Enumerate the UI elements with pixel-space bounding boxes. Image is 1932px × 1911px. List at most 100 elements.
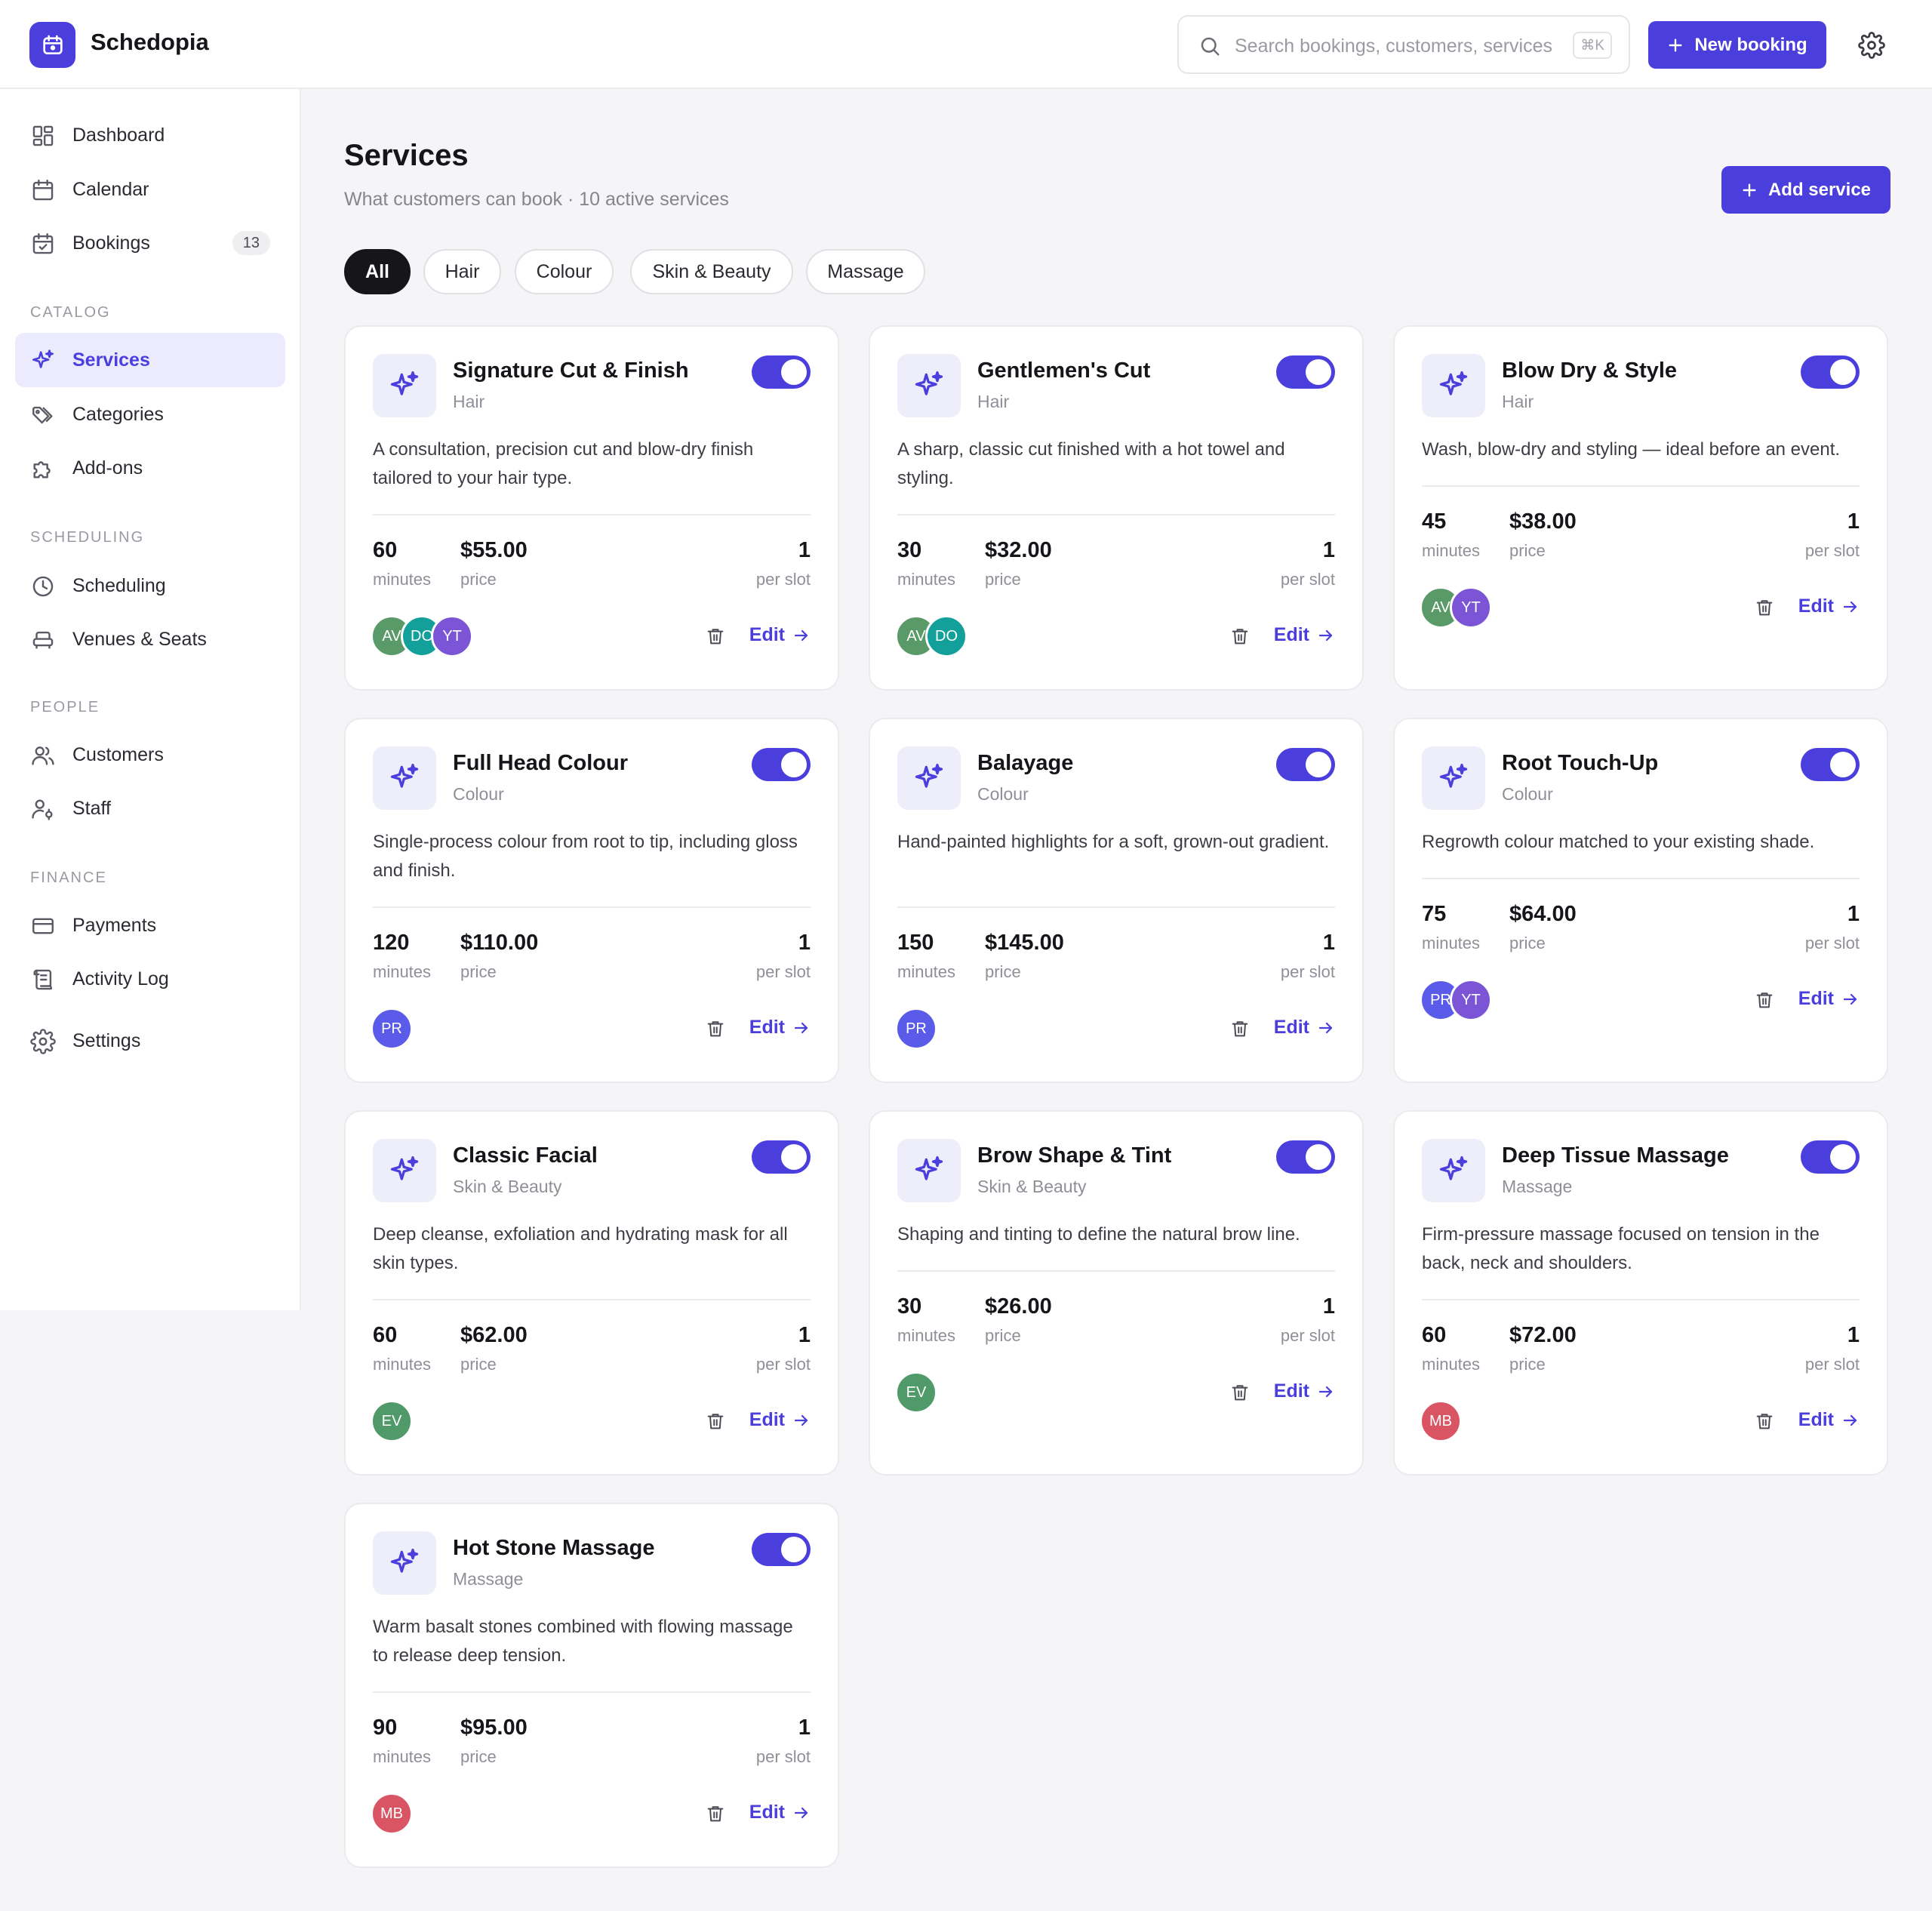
sidebar-item-customers[interactable]: Customers — [15, 728, 285, 782]
edit-link[interactable]: Edit — [1798, 988, 1860, 1010]
sidebar-item-label: Activity Log — [72, 968, 169, 989]
sidebar-item-dashboard[interactable]: Dashboard — [15, 108, 285, 162]
staff-icon — [32, 799, 53, 820]
toggle-knob — [781, 1144, 807, 1170]
app-logo[interactable] — [29, 22, 75, 68]
trash-icon[interactable] — [1229, 1018, 1251, 1039]
arrow-right-icon — [794, 1022, 808, 1033]
sparkle-icon — [1439, 763, 1468, 788]
service-card[interactable]: Hot Stone Massage Massage Warm basalt ston… — [344, 1503, 839, 1868]
filter-hair[interactable]: Hair — [423, 249, 501, 294]
service-card[interactable]: Brow Shape & Tint Skin & Beauty Shaping an… — [869, 1110, 1364, 1476]
sparkle-icon — [390, 1548, 419, 1573]
edit-link[interactable]: Edit — [1274, 1380, 1335, 1402]
service-card[interactable]: Root Touch-Up Colour Regrowth colour match… — [1393, 718, 1888, 1083]
trash-icon[interactable] — [1229, 626, 1251, 647]
sparkle-icon — [390, 1156, 419, 1180]
delete-button[interactable] — [705, 626, 726, 651]
service-enabled-toggle[interactable] — [1801, 1140, 1860, 1174]
delete-button[interactable] — [1754, 989, 1775, 1014]
sidebar-item-calendar[interactable]: Calendar — [15, 162, 285, 217]
edit-label: Edit — [1273, 624, 1309, 645]
service-enabled-toggle[interactable] — [1801, 748, 1860, 781]
service-enabled-toggle[interactable] — [752, 355, 811, 389]
sidebar-item-venues-seats[interactable]: Venues & Seats — [15, 612, 285, 666]
sparkle-icon — [390, 763, 419, 788]
edit-label: Edit — [1798, 595, 1834, 617]
service-enabled-toggle[interactable] — [1276, 355, 1335, 389]
toggle-knob — [781, 1537, 807, 1562]
sidebar-item-payments[interactable]: Payments — [15, 898, 285, 952]
delete-button[interactable] — [1229, 1382, 1251, 1407]
duration-label: minutes — [1422, 541, 1481, 560]
trash-icon[interactable] — [705, 1411, 726, 1432]
filter-skin-beauty[interactable]: Skin & Beauty — [630, 249, 793, 294]
edit-link[interactable]: Edit — [1274, 1017, 1335, 1039]
add-service-button[interactable]: Add service — [1721, 166, 1890, 214]
sidebar-item-add-ons[interactable]: Add-ons — [15, 441, 285, 495]
trash-icon[interactable] — [1754, 989, 1775, 1011]
filter-colour[interactable]: Colour — [515, 249, 614, 294]
gear-icon[interactable] — [1858, 32, 1885, 59]
service-card[interactable]: Gentlemen's Cut Hair A sharp, classic cut … — [869, 325, 1364, 691]
edit-link[interactable]: Edit — [1274, 624, 1335, 646]
edit-link[interactable]: Edit — [1798, 595, 1860, 617]
sidebar-item-staff[interactable]: Staff — [15, 781, 285, 835]
filter-all[interactable]: All — [344, 249, 411, 294]
trash-icon[interactable] — [1754, 1411, 1775, 1432]
sidebar-item-settings[interactable]: Settings — [15, 1014, 285, 1068]
edit-link[interactable]: Edit — [749, 624, 811, 646]
service-enabled-toggle[interactable] — [1801, 355, 1860, 389]
sidebar-item-bookings[interactable]: Bookings 13 — [15, 216, 285, 270]
delete-button[interactable] — [705, 1018, 726, 1043]
delete-button[interactable] — [1754, 597, 1775, 622]
trash-icon[interactable] — [705, 626, 726, 647]
capacity-label: per slot — [755, 1747, 811, 1766]
delete-button[interactable] — [705, 1803, 726, 1828]
service-enabled-toggle[interactable] — [1276, 1140, 1335, 1174]
trash-icon[interactable] — [1229, 1382, 1251, 1403]
delete-button[interactable] — [1754, 1411, 1775, 1436]
shortcut-hint: ⌘K — [1573, 32, 1612, 59]
edit-link[interactable]: Edit — [1798, 1409, 1860, 1431]
search-box[interactable]: Search bookings, customers, services ⌘K — [1177, 15, 1630, 74]
sparkle-icon — [915, 763, 943, 788]
edit-link[interactable]: Edit — [749, 1017, 811, 1039]
service-description: Warm basalt stones combined with flowing… — [373, 1617, 793, 1666]
sidebar-item-categories[interactable]: Categories — [15, 387, 285, 442]
capacity-label: per slot — [1804, 1355, 1860, 1374]
capacity-value: 1 — [1847, 902, 1860, 926]
service-description: Firm-pressure massage focused on tension… — [1422, 1224, 1820, 1273]
trash-icon[interactable] — [1754, 597, 1775, 618]
service-category: Colour — [977, 784, 1029, 804]
service-enabled-toggle[interactable] — [752, 1140, 811, 1174]
service-card[interactable]: Full Head Colour Colour Single-process col… — [344, 718, 839, 1083]
search-input[interactable]: Search bookings, customers, services — [1235, 35, 1552, 57]
price-value: $110.00 — [460, 931, 539, 955]
filter-massage[interactable]: Massage — [806, 249, 925, 294]
duration-value: 150 — [897, 931, 934, 955]
delete-button[interactable] — [705, 1411, 726, 1436]
service-card[interactable]: Balayage Colour Hand-painted highlights fo… — [869, 718, 1364, 1083]
service-enabled-toggle[interactable] — [1276, 748, 1335, 781]
service-card[interactable]: Signature Cut & Finish Hair A consultation… — [344, 325, 839, 691]
delete-button[interactable] — [1229, 626, 1251, 651]
edit-link[interactable]: Edit — [749, 1802, 811, 1823]
service-enabled-toggle[interactable] — [752, 1533, 811, 1566]
delete-button[interactable] — [1229, 1018, 1251, 1043]
service-icon — [373, 746, 436, 810]
service-card[interactable]: Classic Facial Skin & Beauty Deep cleanse,… — [344, 1110, 839, 1476]
sidebar-item-services[interactable]: Services — [15, 333, 285, 387]
edit-link[interactable]: Edit — [749, 1409, 811, 1431]
trash-icon[interactable] — [705, 1803, 726, 1824]
new-booking-button[interactable]: New booking — [1648, 21, 1826, 69]
service-card[interactable]: Blow Dry & Style Hair Wash, blow-dry and s… — [1393, 325, 1888, 691]
capacity-label: per slot — [1280, 962, 1335, 981]
service-enabled-toggle[interactable] — [752, 748, 811, 781]
sidebar-item-activity-log[interactable]: Activity Log — [15, 952, 285, 1006]
trash-icon[interactable] — [705, 1018, 726, 1039]
page-title: Services — [344, 139, 469, 172]
service-card[interactable]: Deep Tissue Massage Massage Firm-pressure … — [1393, 1110, 1888, 1476]
sidebar-item-scheduling[interactable]: Scheduling — [15, 559, 285, 613]
arrow-right-icon — [1318, 1022, 1333, 1033]
